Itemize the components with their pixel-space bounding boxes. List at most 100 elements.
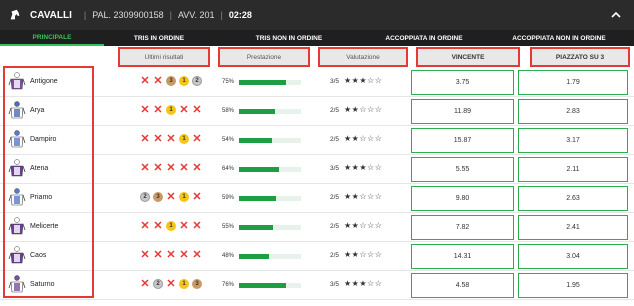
- rating-stars: ★★★☆☆: [344, 76, 383, 85]
- place-odds-button[interactable]: 2.63: [518, 186, 628, 211]
- place-odds-button[interactable]: 2.41: [518, 215, 628, 240]
- loss-icon: ✕: [166, 278, 176, 290]
- performance-bar: [239, 283, 301, 288]
- rating-stars: ★★★☆☆: [344, 279, 383, 288]
- table-row: Saturno ✕ 2 ✕ 1 3 76% 3/5 ★★★☆☆ 4.58 1.95: [0, 271, 634, 300]
- loss-icon: ✕: [192, 133, 202, 145]
- tab-accoppiata-non-in-ordine[interactable]: ACCOPPIATA NON IN ORDINE: [484, 30, 634, 46]
- column-header-results: Ultimi risultati: [118, 47, 210, 67]
- divider: |: [220, 10, 223, 20]
- loss-icon: ✕: [153, 133, 163, 145]
- placement-badge: 3: [153, 192, 163, 202]
- loss-icon: ✕: [140, 162, 150, 174]
- place-odds-button[interactable]: 1.95: [518, 273, 628, 298]
- performance-percent: 64%: [222, 166, 235, 172]
- loss-icon: ✕: [192, 220, 202, 232]
- loss-icon: ✕: [192, 191, 202, 203]
- win-odds-button[interactable]: 3.75: [411, 70, 514, 95]
- performance-percent: 75%: [222, 79, 235, 85]
- placement-badge: 3: [192, 279, 202, 289]
- loss-icon: ✕: [192, 104, 202, 116]
- tab-tris-in-ordine[interactable]: TRIS IN ORDINE: [104, 30, 214, 46]
- loss-icon: ✕: [192, 249, 202, 261]
- win-odds-button[interactable]: 9.80: [411, 186, 514, 211]
- recent-results: ✕ ✕ ✕ 1 ✕: [140, 133, 202, 145]
- rating-value: 2/5: [330, 107, 340, 114]
- performance-bar: [239, 80, 301, 85]
- performance-bar-fill: [239, 80, 286, 85]
- rating-value: 2/5: [330, 223, 340, 230]
- recent-results: ✕ 2 ✕ 1 3: [140, 278, 202, 290]
- column-header-rating: Valutazione: [318, 47, 408, 67]
- placement-badge: 1: [166, 221, 176, 231]
- performance-percent: 76%: [222, 282, 235, 288]
- performance-percent: 58%: [222, 108, 235, 114]
- header-bar: CAVALLI | PAL. 2309900158 | AVV. 201 | 0…: [0, 0, 634, 30]
- table-row: Priamo 2 3 ✕ 1 ✕ 59% 2/5 ★★☆☆☆ 9.80 2.63: [0, 184, 634, 213]
- loss-icon: ✕: [179, 104, 189, 116]
- place-odds-button[interactable]: 2.83: [518, 99, 628, 124]
- column-header-win: VINCENTE: [416, 47, 520, 67]
- performance-bar-fill: [239, 225, 274, 230]
- win-odds-button[interactable]: 5.55: [411, 157, 514, 182]
- loss-icon: ✕: [153, 104, 163, 116]
- performance-bar-fill: [239, 196, 276, 201]
- table-row: Caos ✕ ✕ ✕ ✕ ✕ 48% 2/5 ★★☆☆☆ 14.31 3.04: [0, 242, 634, 271]
- performance-bar: [239, 196, 301, 201]
- performance-bar-fill: [239, 254, 269, 259]
- loss-icon: ✕: [166, 191, 176, 203]
- tab-accoppiata-in-ordine[interactable]: ACCOPPIATA IN ORDINE: [364, 30, 484, 46]
- performance-bar: [239, 167, 301, 172]
- performance-bar: [239, 138, 301, 143]
- table-row: Arya ✕ ✕ 1 ✕ ✕ 58% 2/5 ★★☆☆☆ 11.89 2.83: [0, 97, 634, 126]
- performance-bar-fill: [239, 138, 273, 143]
- placement-badge: 1: [179, 279, 189, 289]
- rating-stars: ★★☆☆☆: [344, 192, 383, 201]
- recent-results: ✕ ✕ 3 1 2: [140, 75, 202, 87]
- place-odds-button[interactable]: 2.11: [518, 157, 628, 182]
- divider: |: [169, 10, 172, 20]
- place-odds-button[interactable]: 1.79: [518, 70, 628, 95]
- performance-percent: 48%: [222, 253, 235, 259]
- place-odds-button[interactable]: 3.04: [518, 244, 628, 269]
- tab-principale[interactable]: PRINCIPALE: [0, 30, 104, 46]
- win-odds-button[interactable]: 15.87: [411, 128, 514, 153]
- performance-percent: 55%: [222, 224, 235, 230]
- table-row: Atena ✕ ✕ ✕ ✕ ✕ 64% 3/5 ★★★☆☆ 5.55 2.11: [0, 155, 634, 184]
- rating-value: 3/5: [330, 165, 340, 172]
- performance-bar: [239, 225, 301, 230]
- loss-icon: ✕: [153, 75, 163, 87]
- placement-badge: 1: [179, 192, 189, 202]
- rating-value: 3/5: [330, 78, 340, 85]
- recent-results: ✕ ✕ ✕ ✕ ✕: [140, 162, 202, 174]
- column-header-place: PIAZZATO SU 3: [530, 47, 630, 67]
- loss-icon: ✕: [140, 104, 150, 116]
- loss-icon: ✕: [192, 162, 202, 174]
- placement-badge: 2: [140, 192, 150, 202]
- divider: |: [83, 10, 87, 20]
- rating-stars: ★★☆☆☆: [344, 105, 383, 114]
- win-odds-button[interactable]: 4.58: [411, 273, 514, 298]
- chevron-up-icon[interactable]: [610, 9, 622, 21]
- rating-value: 2/5: [330, 252, 340, 259]
- avvenimento-code: AVV. 201: [177, 10, 215, 20]
- win-odds-button[interactable]: 11.89: [411, 99, 514, 124]
- tab-tris-non-in-ordine[interactable]: TRIS NON IN ORDINE: [214, 30, 364, 46]
- rating-stars: ★★☆☆☆: [344, 250, 383, 259]
- loss-icon: ✕: [179, 162, 189, 174]
- performance-bar-fill: [239, 283, 287, 288]
- performance-bar: [239, 109, 301, 114]
- recent-results: ✕ ✕ ✕ ✕ ✕: [140, 249, 202, 261]
- win-odds-button[interactable]: 14.31: [411, 244, 514, 269]
- performance-bar-fill: [239, 109, 275, 114]
- place-odds-button[interactable]: 3.17: [518, 128, 628, 153]
- loss-icon: ✕: [140, 249, 150, 261]
- table-row: Antigone ✕ ✕ 3 1 2 75% 3/5 ★★★☆☆ 3.75 1.79: [0, 68, 634, 97]
- loss-icon: ✕: [153, 220, 163, 232]
- loss-icon: ✕: [140, 220, 150, 232]
- win-odds-button[interactable]: 7.82: [411, 215, 514, 240]
- performance-percent: 59%: [222, 195, 235, 201]
- loss-icon: ✕: [140, 75, 150, 87]
- loss-icon: ✕: [140, 133, 150, 145]
- placement-badge: 1: [166, 105, 176, 115]
